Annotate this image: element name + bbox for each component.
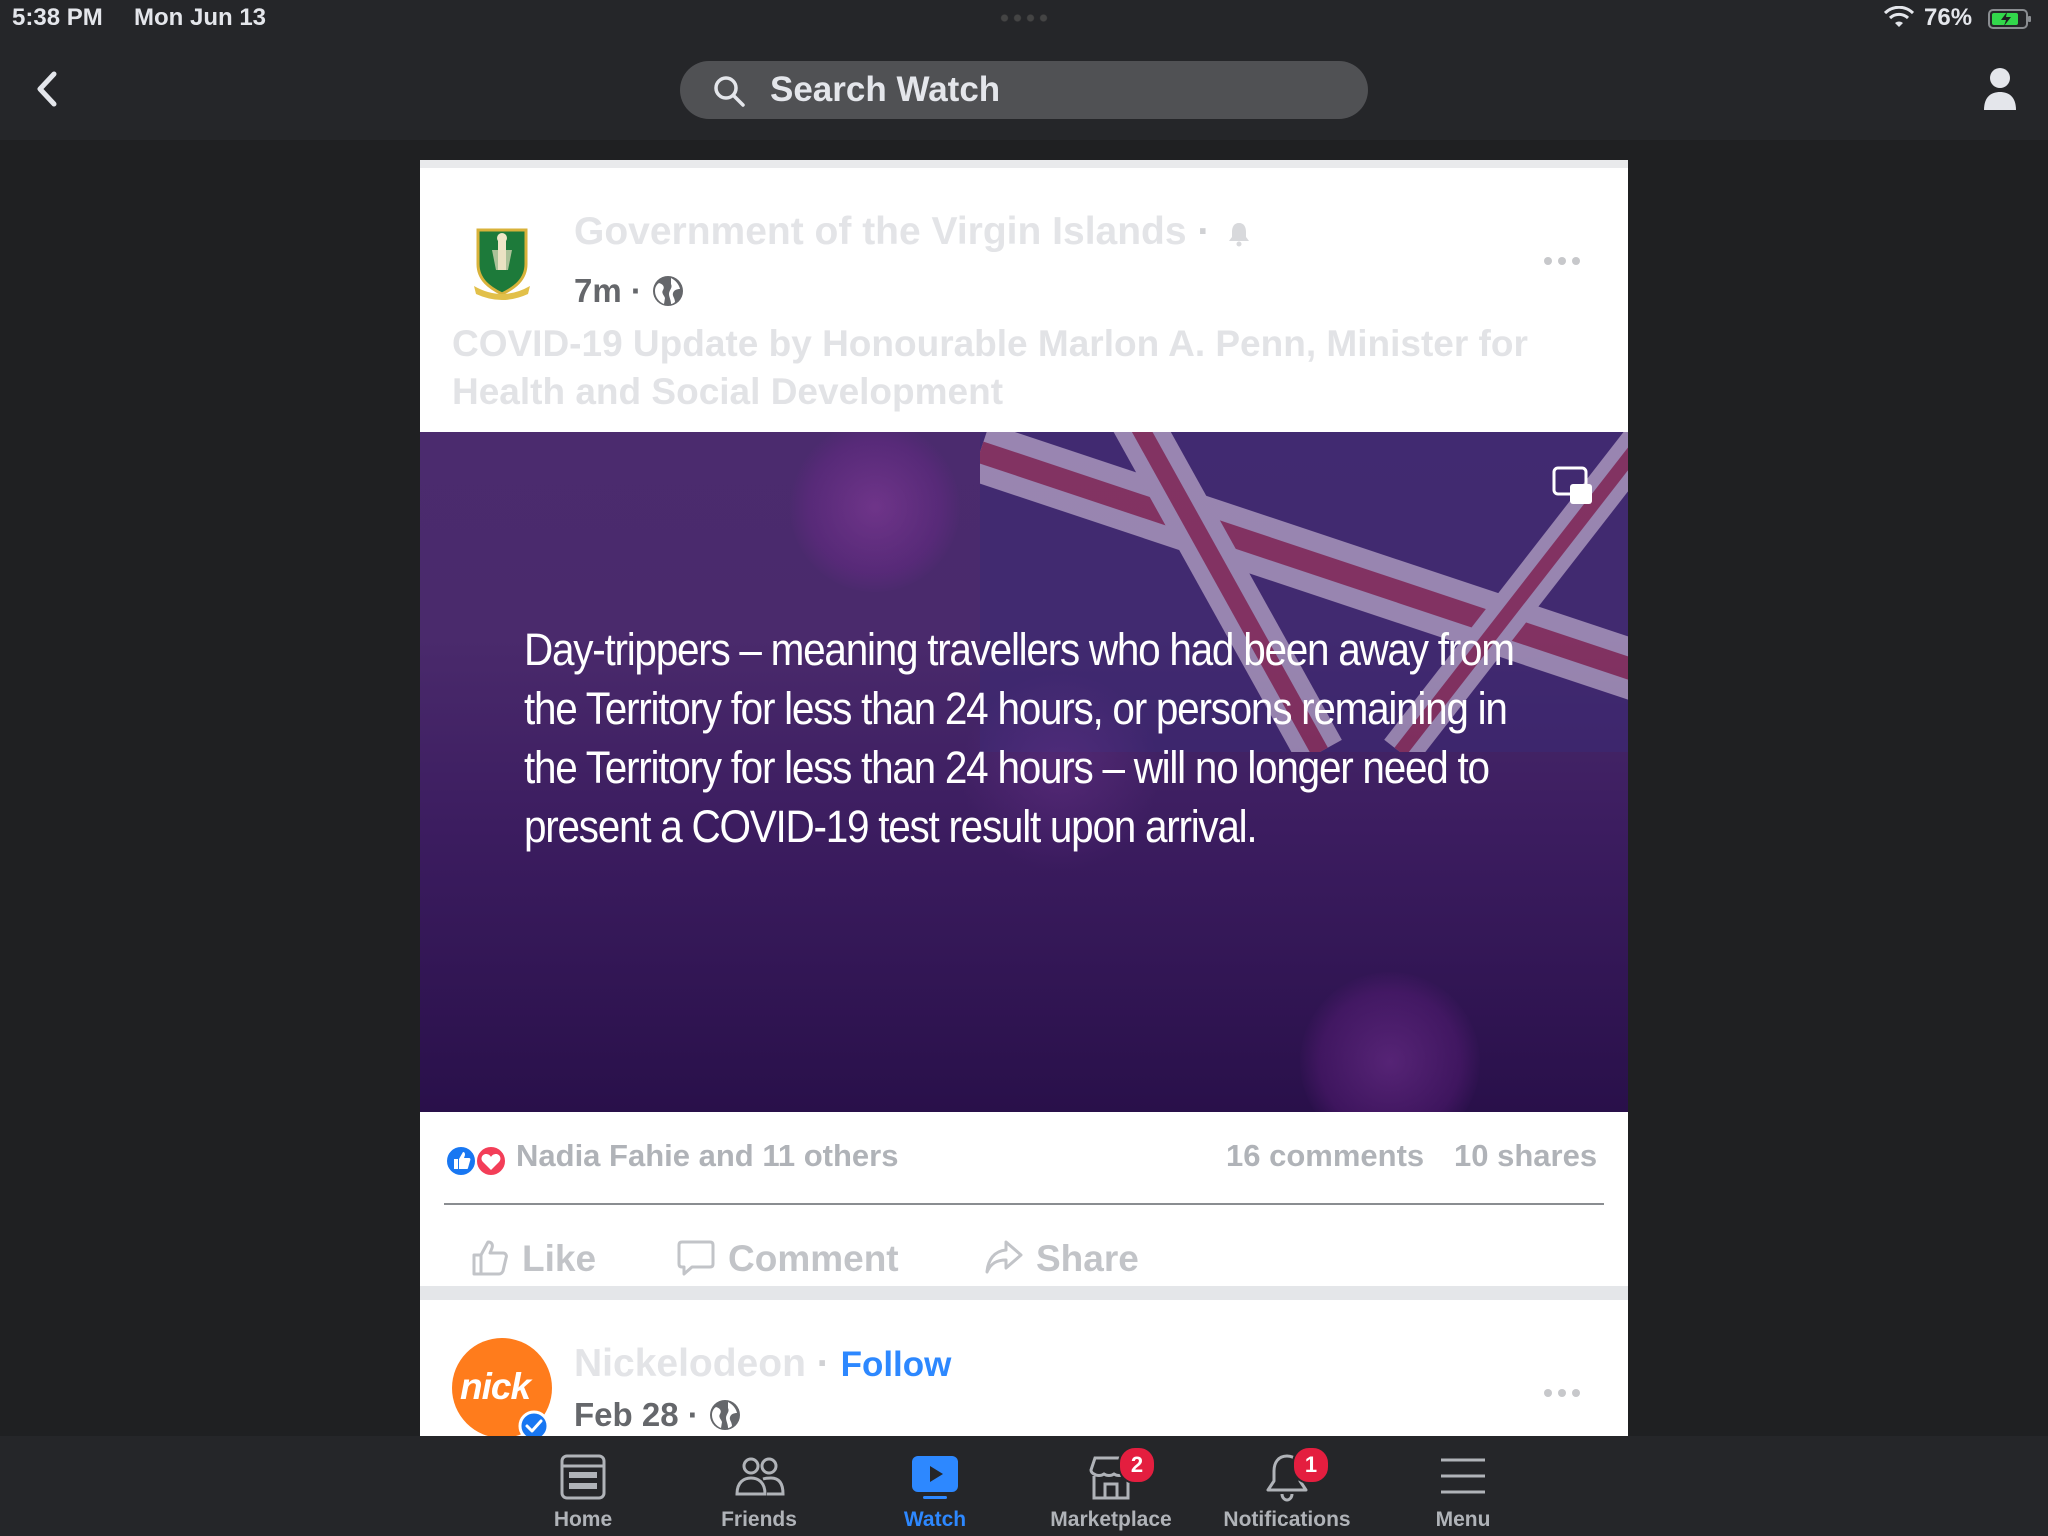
shares-count[interactable]: 10 shares <box>1454 1138 1597 1174</box>
tab-marketplace-label: Marketplace <box>1050 1508 1172 1531</box>
tab-notifications-label: Notifications <box>1223 1508 1351 1531</box>
name-separator: · <box>1197 210 1211 253</box>
tab-friends-label: Friends <box>721 1508 797 1531</box>
post2-date[interactable]: Feb 28 <box>574 1396 679 1433</box>
coat-of-arms-logo[interactable] <box>470 224 534 300</box>
search-input[interactable]: Search Watch <box>680 61 1368 119</box>
video-player[interactable]: Day-trippers – meaning travellers who ha… <box>420 432 1628 1112</box>
tab-menu[interactable]: Menu <box>1388 1436 1538 1536</box>
battery-percent: 76% <box>1924 4 1973 31</box>
status-time: 5:38 PM <box>12 4 103 31</box>
post2-page-name[interactable]: Nickelodeon <box>574 1342 806 1385</box>
back-arrow-icon[interactable] <box>30 68 66 110</box>
comment-button[interactable]: Comment <box>676 1234 936 1286</box>
tab-watch[interactable]: Watch <box>860 1436 1010 1536</box>
reactions-summary: Nadia Fahie and 11 others 16 comments 10… <box>420 1112 1628 1206</box>
tab-watch-label: Watch <box>903 1508 967 1531</box>
post2-meta: Feb 28 · <box>574 1396 742 1434</box>
top-bar: Search Watch <box>0 38 2048 140</box>
tab-menu-label: Menu <box>1435 1508 1491 1531</box>
tab-home[interactable]: Home <box>508 1436 658 1536</box>
post2-header-name: Nickelodeon · Follow <box>574 1342 951 1386</box>
comments-count[interactable]: 16 comments <box>1226 1138 1424 1174</box>
name-separator: · <box>816 1342 830 1385</box>
feed-top-divider <box>420 160 1628 168</box>
menu-hamburger-icon <box>1441 1458 1485 1494</box>
watch-icon <box>912 1456 958 1499</box>
status-date: Mon Jun 13 <box>134 4 267 31</box>
video-overlay-text: Day-trippers – meaning travellers who ha… <box>524 624 1515 852</box>
friends-icon <box>735 1457 785 1496</box>
more-options-icon[interactable] <box>1542 1386 1582 1400</box>
verified-badge-icon <box>518 1410 550 1436</box>
marketplace-badge: 2 <box>1118 1446 1156 1484</box>
virus-graphic <box>1300 972 1480 1112</box>
picture-in-picture-icon[interactable] <box>1552 466 1594 506</box>
comment-bubble-icon <box>677 1240 715 1276</box>
profile-icon[interactable] <box>1982 66 2018 112</box>
like-button[interactable]: Like <box>470 1234 630 1286</box>
like-label: Like <box>522 1238 597 1279</box>
search-icon <box>714 76 745 107</box>
share-arrow-icon <box>985 1240 1023 1274</box>
page-name-text[interactable]: Government of the Virgin Islands <box>574 210 1187 253</box>
post-meta: 7m · <box>574 272 685 310</box>
follow-button[interactable]: Follow <box>841 1345 952 1384</box>
status-bar: 5:38 PM Mon Jun 13 76% <box>0 0 2048 38</box>
share-label: Share <box>1036 1238 1139 1279</box>
share-button[interactable]: Share <box>984 1234 1184 1286</box>
globe-icon <box>653 276 684 306</box>
tab-marketplace[interactable]: 2 Marketplace <box>1036 1436 1186 1536</box>
battery-icon <box>1988 9 2031 29</box>
post-time[interactable]: 7m <box>574 272 622 309</box>
reaction-icons[interactable] <box>444 1144 510 1178</box>
home-icon <box>560 1454 606 1500</box>
meta-separator: · <box>630 272 642 309</box>
nick-logo-text: nick <box>460 1366 531 1407</box>
bottom-tab-bar: Home Friends Watch 2 Marketplace 1 Notif… <box>0 1436 2048 1536</box>
post-separator <box>420 1286 1628 1300</box>
search-placeholder: Search Watch <box>770 70 1001 109</box>
tab-friends[interactable]: Friends <box>684 1436 834 1536</box>
tab-notifications[interactable]: 1 Notifications <box>1212 1436 1362 1536</box>
globe-icon <box>709 1400 740 1430</box>
watch-feed[interactable]: Government of the Virgin Islands · 7m · … <box>420 160 1628 1436</box>
post-caption: COVID-19 Update by Honourable Marlon A. … <box>452 323 1528 412</box>
reaction-names[interactable]: Nadia Fahie and 11 others <box>516 1138 898 1174</box>
more-options-icon[interactable] <box>1542 254 1582 268</box>
notifications-badge: 1 <box>1292 1446 1330 1484</box>
comment-label: Comment <box>728 1238 899 1279</box>
tab-home-label: Home <box>553 1508 613 1531</box>
page-name[interactable]: Government of the Virgin Islands · <box>574 210 1251 254</box>
thumbs-up-icon <box>472 1240 508 1276</box>
multitasking-dots[interactable] <box>998 14 1050 22</box>
reactions-divider <box>444 1203 1604 1205</box>
bell-icon[interactable] <box>1227 221 1251 247</box>
wifi-icon <box>1884 6 1914 27</box>
meta-separator: · <box>687 1396 699 1433</box>
virus-graphic <box>790 432 960 592</box>
